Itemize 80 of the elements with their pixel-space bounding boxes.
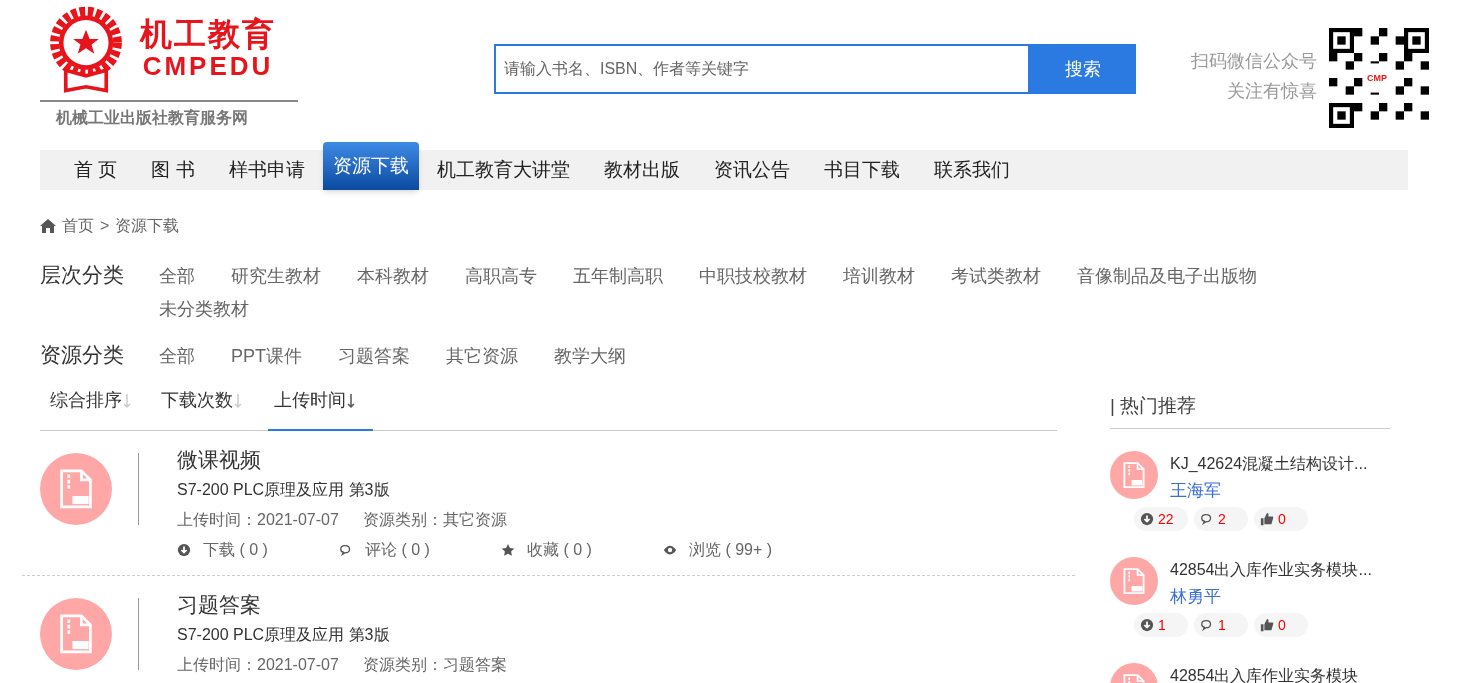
stat-label: 评论 ( 0 ) — [365, 540, 430, 560]
hot-title: | 热门推荐 — [1110, 394, 1197, 419]
filter-option[interactable]: 音像制品及电子出版物 — [1077, 260, 1257, 293]
book-title: S7-200 PLC原理及应用 第3版 — [177, 480, 391, 500]
stat-label: 下载 ( 0 ) — [203, 540, 268, 560]
sort-arrow-icon — [347, 393, 355, 409]
comment-icon — [339, 543, 353, 557]
resource-title[interactable]: 微课视频 — [177, 445, 825, 475]
comment-icon — [1200, 618, 1214, 632]
nav-tab[interactable]: 联系我们 — [917, 150, 1026, 190]
hot-item-title[interactable]: KJ_42624混凝土结构设计... — [1170, 451, 1368, 477]
nav-tab[interactable]: 机工教育大讲堂 — [420, 150, 586, 190]
nav-tab[interactable]: 样书申请 — [212, 150, 321, 190]
resource-category: 资源类别：习题答案 — [362, 655, 507, 675]
search-button[interactable]: 搜索 — [1030, 44, 1136, 94]
book-title: S7-200 PLC原理及应用 第3版 — [177, 625, 391, 645]
zip-file-icon — [1110, 451, 1158, 499]
wechat-prompt: 关注有惊喜 — [1227, 80, 1317, 103]
zip-file-icon — [1110, 557, 1158, 605]
filter-label: 资源分类 — [40, 342, 125, 368]
upload-date: 上传时间：2021-07-07 — [177, 510, 339, 530]
filter-option[interactable]: PPT课件 — [231, 340, 302, 373]
download-icon — [1140, 618, 1154, 632]
filter-option[interactable]: 全部 — [159, 340, 195, 373]
nav-tab[interactable]: 资源下载 — [322, 142, 419, 190]
filter-option[interactable]: 考试类教材 — [951, 260, 1041, 293]
logo-tagline: 机械工业出版社教育服务网 — [56, 109, 248, 126]
nav-tab[interactable]: 图 书 — [135, 150, 211, 190]
breadcrumb-link[interactable]: 首页 — [62, 214, 94, 238]
sort-tab[interactable]: 下载次数 — [157, 387, 260, 431]
stat-count: 0 — [1278, 509, 1286, 529]
sort-tab[interactable]: 综合排序 — [46, 387, 149, 431]
filter-option[interactable]: 未分类教材 — [159, 293, 249, 326]
stat-count: 0 — [1278, 615, 1286, 635]
download-icon — [177, 543, 191, 557]
nav-tab[interactable]: 教材出版 — [587, 150, 696, 190]
logo-subtitle: CMPEDU — [142, 50, 274, 83]
comment-icon — [1200, 512, 1214, 526]
thumbs-up-icon — [1260, 618, 1274, 632]
eye-icon — [663, 543, 677, 557]
filter-option[interactable]: 本科教材 — [357, 260, 429, 293]
qr-badge-label: CMP — [1367, 72, 1387, 85]
sort-tab[interactable]: 上传时间 — [268, 387, 373, 431]
star-icon — [501, 543, 515, 557]
home-icon — [40, 219, 56, 233]
nav-tab[interactable]: 资讯公告 — [697, 150, 806, 190]
stat-count: 1 — [1218, 615, 1226, 635]
search-field[interactable]: 请输入书名、ISBN、作者等关键字 — [494, 44, 1030, 94]
filter-option[interactable]: 教学大纲 — [554, 340, 626, 373]
filter-option[interactable]: 全部 — [159, 260, 195, 293]
author-link[interactable]: 林勇平 — [1170, 583, 1372, 611]
sort-arrow-icon — [123, 393, 131, 409]
download-icon — [1140, 512, 1154, 526]
filter-option[interactable]: 其它资源 — [446, 340, 518, 373]
nav-tab[interactable]: 书目下载 — [807, 150, 916, 190]
filter-option[interactable]: 五年制高职 — [573, 260, 663, 293]
wechat-prompt: 扫码微信公众号 — [1191, 50, 1317, 73]
stat-label: 收藏 ( 0 ) — [527, 540, 592, 560]
logo-title: 机工教育 — [140, 17, 276, 50]
resource-title[interactable]: 习题答案 — [177, 590, 507, 620]
stat-count: 2 — [1218, 509, 1226, 529]
filter-option[interactable]: 中职技校教材 — [699, 260, 807, 293]
filter-option[interactable]: 培训教材 — [843, 260, 915, 293]
filter-option[interactable]: 高职高专 — [465, 260, 537, 293]
sort-arrow-icon — [234, 393, 242, 409]
stat-label: 浏览 ( 99+ ) — [689, 540, 773, 560]
filter-label: 层次分类 — [40, 262, 125, 288]
filter-option[interactable]: 习题答案 — [338, 340, 410, 373]
upload-date: 上传时间：2021-07-07 — [177, 655, 339, 675]
filter-option[interactable]: 研究生教材 — [231, 260, 321, 293]
breadcrumb-separator: > — [100, 216, 110, 236]
stat-count: 22 — [1158, 509, 1174, 529]
resource-category: 资源类别：其它资源 — [362, 510, 507, 530]
thumbs-up-icon — [1260, 512, 1274, 526]
author-link[interactable]: 王海军 — [1170, 477, 1368, 505]
stat-count: 1 — [1158, 615, 1166, 635]
hot-item-title[interactable]: 42854出入库作业实务模块 — [1170, 663, 1359, 683]
hot-item-title[interactable]: 42854出入库作业实务模块... — [1170, 557, 1372, 583]
nav-tab[interactable]: 首 页 — [58, 150, 134, 190]
breadcrumb-current: 资源下载 — [115, 216, 180, 236]
